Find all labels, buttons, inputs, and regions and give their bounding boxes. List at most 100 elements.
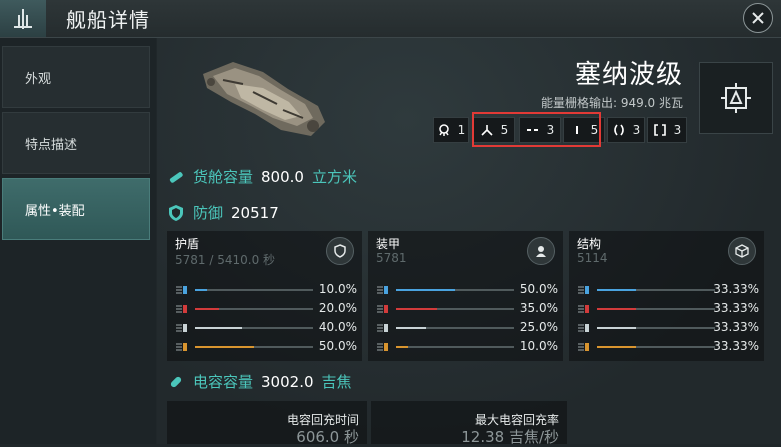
resist-bar (195, 346, 313, 348)
capacitor-icon (170, 376, 182, 387)
resist-bar (597, 327, 715, 329)
armor-column: 装甲 5781 50.0% 35.0% 25.0% 10.0% (368, 231, 563, 361)
ship-class-icon (721, 83, 751, 113)
resist-row-thermal: 35.0% (376, 301, 558, 316)
shield-icon (326, 237, 354, 265)
power-grid-label: 能量栅格输出: (540, 96, 617, 110)
cargo-value: 800.0 (261, 167, 304, 186)
resist-row-em: 50.0% (376, 282, 558, 297)
resist-bar (195, 327, 313, 329)
em-damage-icon (377, 286, 388, 294)
em-damage-icon (578, 286, 589, 294)
column-title: 装甲 (376, 237, 401, 251)
resist-bar (597, 308, 715, 310)
defense-shield-icon (169, 204, 183, 221)
resist-bar (195, 289, 313, 291)
resist-percent: 35.0% (519, 301, 558, 315)
kinetic-damage-icon (176, 324, 187, 332)
defense-row: 防御 20517 (167, 202, 279, 223)
resist-bar-fill (396, 346, 408, 348)
resist-row-em: 33.33% (577, 282, 759, 297)
thermal-damage-icon (377, 305, 388, 313)
resist-percent: 33.33% (713, 282, 759, 296)
power-grid-output: 能量栅格输出: 949.0 兆瓦 (541, 94, 683, 111)
cargo-icon (169, 171, 183, 183)
power-grid-value: 949.0 兆瓦 (620, 96, 683, 110)
resist-row-explosive: 10.0% (376, 339, 558, 354)
kinetic-damage-icon (377, 324, 388, 332)
fleet-emblem-icon (0, 0, 46, 37)
rig-slot[interactable]: 3 (607, 117, 645, 143)
sidebar-item-appearance[interactable]: 外观 (2, 46, 150, 108)
resist-percent: 10.0% (318, 282, 357, 296)
defense-label: 防御 (193, 204, 224, 222)
column-subtitle: 5781 (376, 251, 407, 265)
armor-icon (527, 237, 555, 265)
resist-bar-fill (195, 289, 207, 291)
thermal-damage-icon (578, 305, 589, 313)
resist-row-kinetic: 40.0% (175, 320, 357, 335)
resist-bar-fill (396, 327, 426, 329)
title-bar: 舰船详情 (0, 0, 781, 38)
sidebar: 外观 特点描述 属性•装配 (0, 38, 156, 444)
main-panel: 塞纳波级 能量栅格输出: 949.0 兆瓦 1 5 3 5 3 3 货舱容量 8… (157, 38, 781, 446)
resist-percent: 10.0% (519, 339, 558, 353)
capacitor-row: 电容容量 3002.0 吉焦 (167, 371, 352, 392)
resist-bar-fill (597, 327, 637, 329)
rig-slot-icon (613, 124, 624, 136)
cargo-label: 货舱容量 (193, 168, 254, 186)
page-title: 舰船详情 (66, 8, 150, 32)
resist-bar (597, 346, 715, 348)
resist-row-thermal: 20.0% (175, 301, 357, 316)
cargo-unit: 立方米 (311, 168, 357, 186)
structure-icon (728, 237, 756, 265)
resist-row-em: 10.0% (175, 282, 357, 297)
subsystem-slot[interactable]: 3 (647, 117, 687, 143)
capacitor-unit: 吉焦 (321, 373, 352, 391)
ship-name: 塞纳波级 (574, 60, 683, 90)
sidebar-item-traits[interactable]: 特点描述 (2, 112, 150, 174)
slot-count: 1 (457, 123, 466, 137)
resist-bar-fill (597, 289, 637, 291)
resist-bar-fill (195, 346, 254, 348)
subsystem-slot-icon (653, 124, 666, 136)
explosive-damage-icon (578, 343, 589, 351)
capacitor-label: 电容容量 (193, 373, 254, 391)
shield-column: 护盾 5781 / 5410.0 秒 10.0% 20.0% 40.0% 50.0% (167, 231, 362, 361)
resist-bar (396, 308, 514, 310)
column-subtitle: 5781 / 5410.0 秒 (175, 253, 276, 267)
resist-row-thermal: 33.33% (577, 301, 759, 316)
resist-percent: 40.0% (318, 320, 357, 334)
sidebar-item-attributes-fitting[interactable]: 属性•装配 (2, 178, 150, 240)
sidebar-item-label: 属性•装配 (25, 203, 85, 219)
resist-bar-fill (195, 327, 243, 329)
column-title: 护盾 (175, 237, 200, 251)
resist-row-explosive: 33.33% (577, 339, 759, 354)
cargo-row: 货舱容量 800.0 立方米 (167, 166, 357, 187)
capacitor-max-rate-box: 最大电容回充率 12.38 吉焦/秒 (371, 401, 567, 446)
resist-bar (396, 346, 514, 348)
close-button[interactable] (743, 3, 773, 33)
drone-bay-slot[interactable]: 1 (433, 117, 469, 143)
resist-bar-fill (396, 308, 438, 310)
resist-row-kinetic: 33.33% (577, 320, 759, 335)
resist-row-explosive: 50.0% (175, 339, 357, 354)
capacitor-value: 3002.0 (261, 372, 314, 391)
ship-class-button[interactable] (699, 62, 773, 134)
structure-column: 结构 5114 33.33% 33.33% 33.33% 33.33% (569, 231, 764, 361)
column-subtitle: 5114 (577, 251, 608, 265)
slot-count: 3 (632, 123, 641, 137)
drone-bay-icon (438, 124, 449, 136)
resist-percent: 33.33% (713, 339, 759, 353)
slot-count: 3 (673, 123, 682, 137)
resist-bar (396, 327, 514, 329)
resist-bar (195, 308, 313, 310)
resist-bar-fill (597, 308, 637, 310)
sidebar-item-label: 特点描述 (25, 137, 78, 153)
column-title: 结构 (577, 237, 602, 251)
resist-percent: 50.0% (519, 282, 558, 296)
resist-percent: 20.0% (318, 301, 357, 315)
thermal-damage-icon (176, 305, 187, 313)
resist-percent: 50.0% (318, 339, 357, 353)
resist-percent: 33.33% (713, 301, 759, 315)
